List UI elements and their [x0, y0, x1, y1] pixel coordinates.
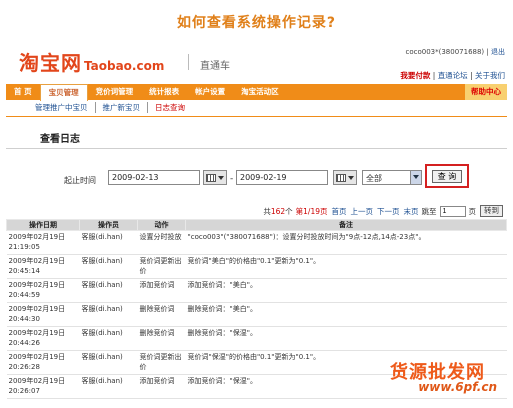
top-links: 我要付款 | 直通论坛 | 关于我们 — [400, 70, 505, 81]
account-name: coco003*(380071688) — [405, 48, 485, 56]
cell-operator: 客服(di.han) — [79, 230, 138, 255]
pager-goto-input[interactable] — [439, 205, 466, 217]
pager-goto-label: 跳至 — [421, 206, 437, 216]
cell-date: 2009年02月19日 21:19:05 — [6, 230, 80, 255]
pager: 共162个 第1/19页 首页 上一页 下一页 末页 跳至 页 转到 — [263, 205, 503, 217]
forum-link[interactable]: 直通论坛 — [438, 71, 468, 80]
about-link[interactable]: 关于我们 — [475, 71, 505, 80]
cell-date: 2009年02月19日 20:44:59 — [6, 278, 80, 303]
site-watermark: 货源批发网 www.6pf.cn — [355, 358, 505, 402]
cell-operator: 客服(di.han) — [79, 302, 138, 327]
product-name: 直通车 — [200, 61, 230, 72]
date-filter: 起止时间 2009-02-13 - 2009-02-19 全部 查 询 — [56, 162, 496, 190]
cell-operator: 客服(di.han) — [79, 254, 138, 279]
tab-item-management[interactable]: 宝贝管理 — [39, 84, 88, 101]
pager-first[interactable]: 首页 — [332, 206, 347, 217]
cell-action: 添加竞价词 — [137, 374, 186, 399]
header-note: 备注 — [185, 219, 507, 231]
table-row: 2009年02月19日 20:45:14 客服(di.han) 竞价词更新出价 … — [6, 254, 507, 279]
user-bar: coco003*(380071688) | 退出 — [406, 47, 506, 57]
cell-operator: 客服(di.han) — [79, 278, 138, 303]
sub-nav: 管理推广中宝贝 推广新宝贝 日志查询 — [28, 102, 192, 113]
end-calendar-icon[interactable] — [333, 170, 357, 185]
log-type-value: 全部 — [366, 174, 382, 183]
cell-date: 2009年02月19日 20:45:14 — [6, 254, 80, 279]
header-operator: 操作员 — [79, 219, 138, 231]
cell-action: 添加竞价词 — [137, 278, 186, 303]
pager-last[interactable]: 末页 — [404, 206, 419, 217]
pager-total: 162 — [270, 206, 286, 216]
pager-next[interactable]: 下一页 — [377, 206, 400, 217]
cell-note: 竞价词"美白"的价格由"0.1"更新为"0.1"。 — [185, 254, 507, 279]
tab-home[interactable]: 首 页 — [6, 84, 40, 100]
cell-action: 删除竞价词 — [137, 302, 186, 327]
cell-note: 添加竞价词："美白"。 — [185, 278, 507, 303]
cell-action: 竞价词更新出价 — [137, 254, 186, 279]
pager-go-button[interactable]: 转到 — [480, 205, 503, 217]
query-highlight: 查 询 — [425, 164, 469, 188]
table-row: 2009年02月19日 20:44:26 客服(di.han) 删除竞价词 删除… — [6, 326, 507, 351]
tab-reports[interactable]: 统计报表 — [141, 84, 187, 100]
brand-divider — [188, 54, 189, 70]
cell-note: "coco003"("380071688")：设置分时投放时间为"9点-12点,… — [185, 230, 507, 255]
main-nav: 首 页 宝贝管理 竞价词管理 统计报表 帐户设置 淘宝活动区 帮助中心 — [6, 84, 507, 101]
want-pay-link[interactable]: 我要付款 — [400, 71, 430, 80]
date-dash: - — [230, 174, 234, 184]
title-divider — [6, 148, 507, 149]
pager-page-suffix: 页 — [468, 206, 477, 216]
start-calendar-icon[interactable] — [203, 170, 227, 185]
cell-operator: 客服(di.han) — [79, 326, 138, 351]
pager-page-info: 第1/19页 — [295, 206, 328, 216]
pager-prev[interactable]: 上一页 — [351, 206, 374, 217]
logo-en: Taobao.com — [84, 59, 165, 73]
table-row: 2009年02月19日 20:44:30 客服(di.han) 删除竞价词 删除… — [6, 302, 507, 327]
start-date-input[interactable]: 2009-02-13 — [108, 170, 200, 185]
cell-note: 删除竞价词："美白"。 — [185, 302, 507, 327]
cell-operator: 客服(di.han) — [79, 374, 138, 399]
logout-link[interactable]: 退出 — [491, 48, 505, 56]
page-banner-title: 如何查看系统操作记录? — [176, 15, 337, 31]
subnav-divider — [6, 116, 507, 117]
page-title: 查看日志 — [40, 134, 80, 145]
cell-date: 2009年02月19日 20:44:30 — [6, 302, 80, 327]
user-bar-separator: | — [486, 48, 489, 56]
table-row: 2009年02月19日 21:19:05 客服(di.han) 设置分时投放 "… — [6, 230, 507, 255]
cell-date: 2009年02月19日 20:26:28 — [6, 350, 80, 375]
tab-account-settings[interactable]: 帐户设置 — [187, 84, 233, 100]
logo-cn: 淘宝网 — [19, 51, 82, 75]
cell-action: 删除竞价词 — [137, 326, 186, 351]
cell-date: 2009年02月19日 20:44:26 — [6, 326, 80, 351]
header-date: 操作日期 — [6, 219, 80, 231]
cell-note: 删除竞价词："保湿"。 — [185, 326, 507, 351]
date-range-label: 起止时间 — [64, 176, 96, 185]
cell-action: 竞价词更新出价 — [137, 350, 186, 375]
table-row: 2009年02月19日 20:44:59 客服(di.han) 添加竞价词 添加… — [6, 278, 507, 303]
cell-operator: 客服(di.han) — [79, 350, 138, 375]
end-date-input[interactable]: 2009-02-19 — [236, 170, 328, 185]
chevron-down-icon[interactable] — [410, 171, 421, 184]
help-center-link[interactable]: 帮助中心 — [465, 84, 507, 100]
watermark-line2: www.6pf.cn — [418, 380, 497, 394]
subnav-manage-items[interactable]: 管理推广中宝贝 — [28, 102, 96, 113]
pager-total-suffix: 个 — [285, 206, 293, 216]
subnav-log-query[interactable]: 日志查询 — [148, 102, 192, 113]
taobao-logo[interactable]: 淘宝网 Taobao.com — [19, 50, 164, 74]
cell-date: 2009年02月19日 20:26:07 — [6, 374, 80, 399]
subnav-promote-new[interactable]: 推广新宝贝 — [96, 102, 148, 113]
query-button[interactable]: 查 询 — [432, 170, 462, 183]
log-type-select[interactable]: 全部 — [362, 170, 422, 185]
cell-action: 设置分时投放 — [137, 230, 186, 255]
tab-taobao-events[interactable]: 淘宝活动区 — [233, 84, 287, 100]
header-action: 动作 — [137, 219, 186, 231]
tab-keyword-management[interactable]: 竞价词管理 — [88, 84, 142, 100]
pager-total-prefix: 共 — [263, 206, 271, 216]
